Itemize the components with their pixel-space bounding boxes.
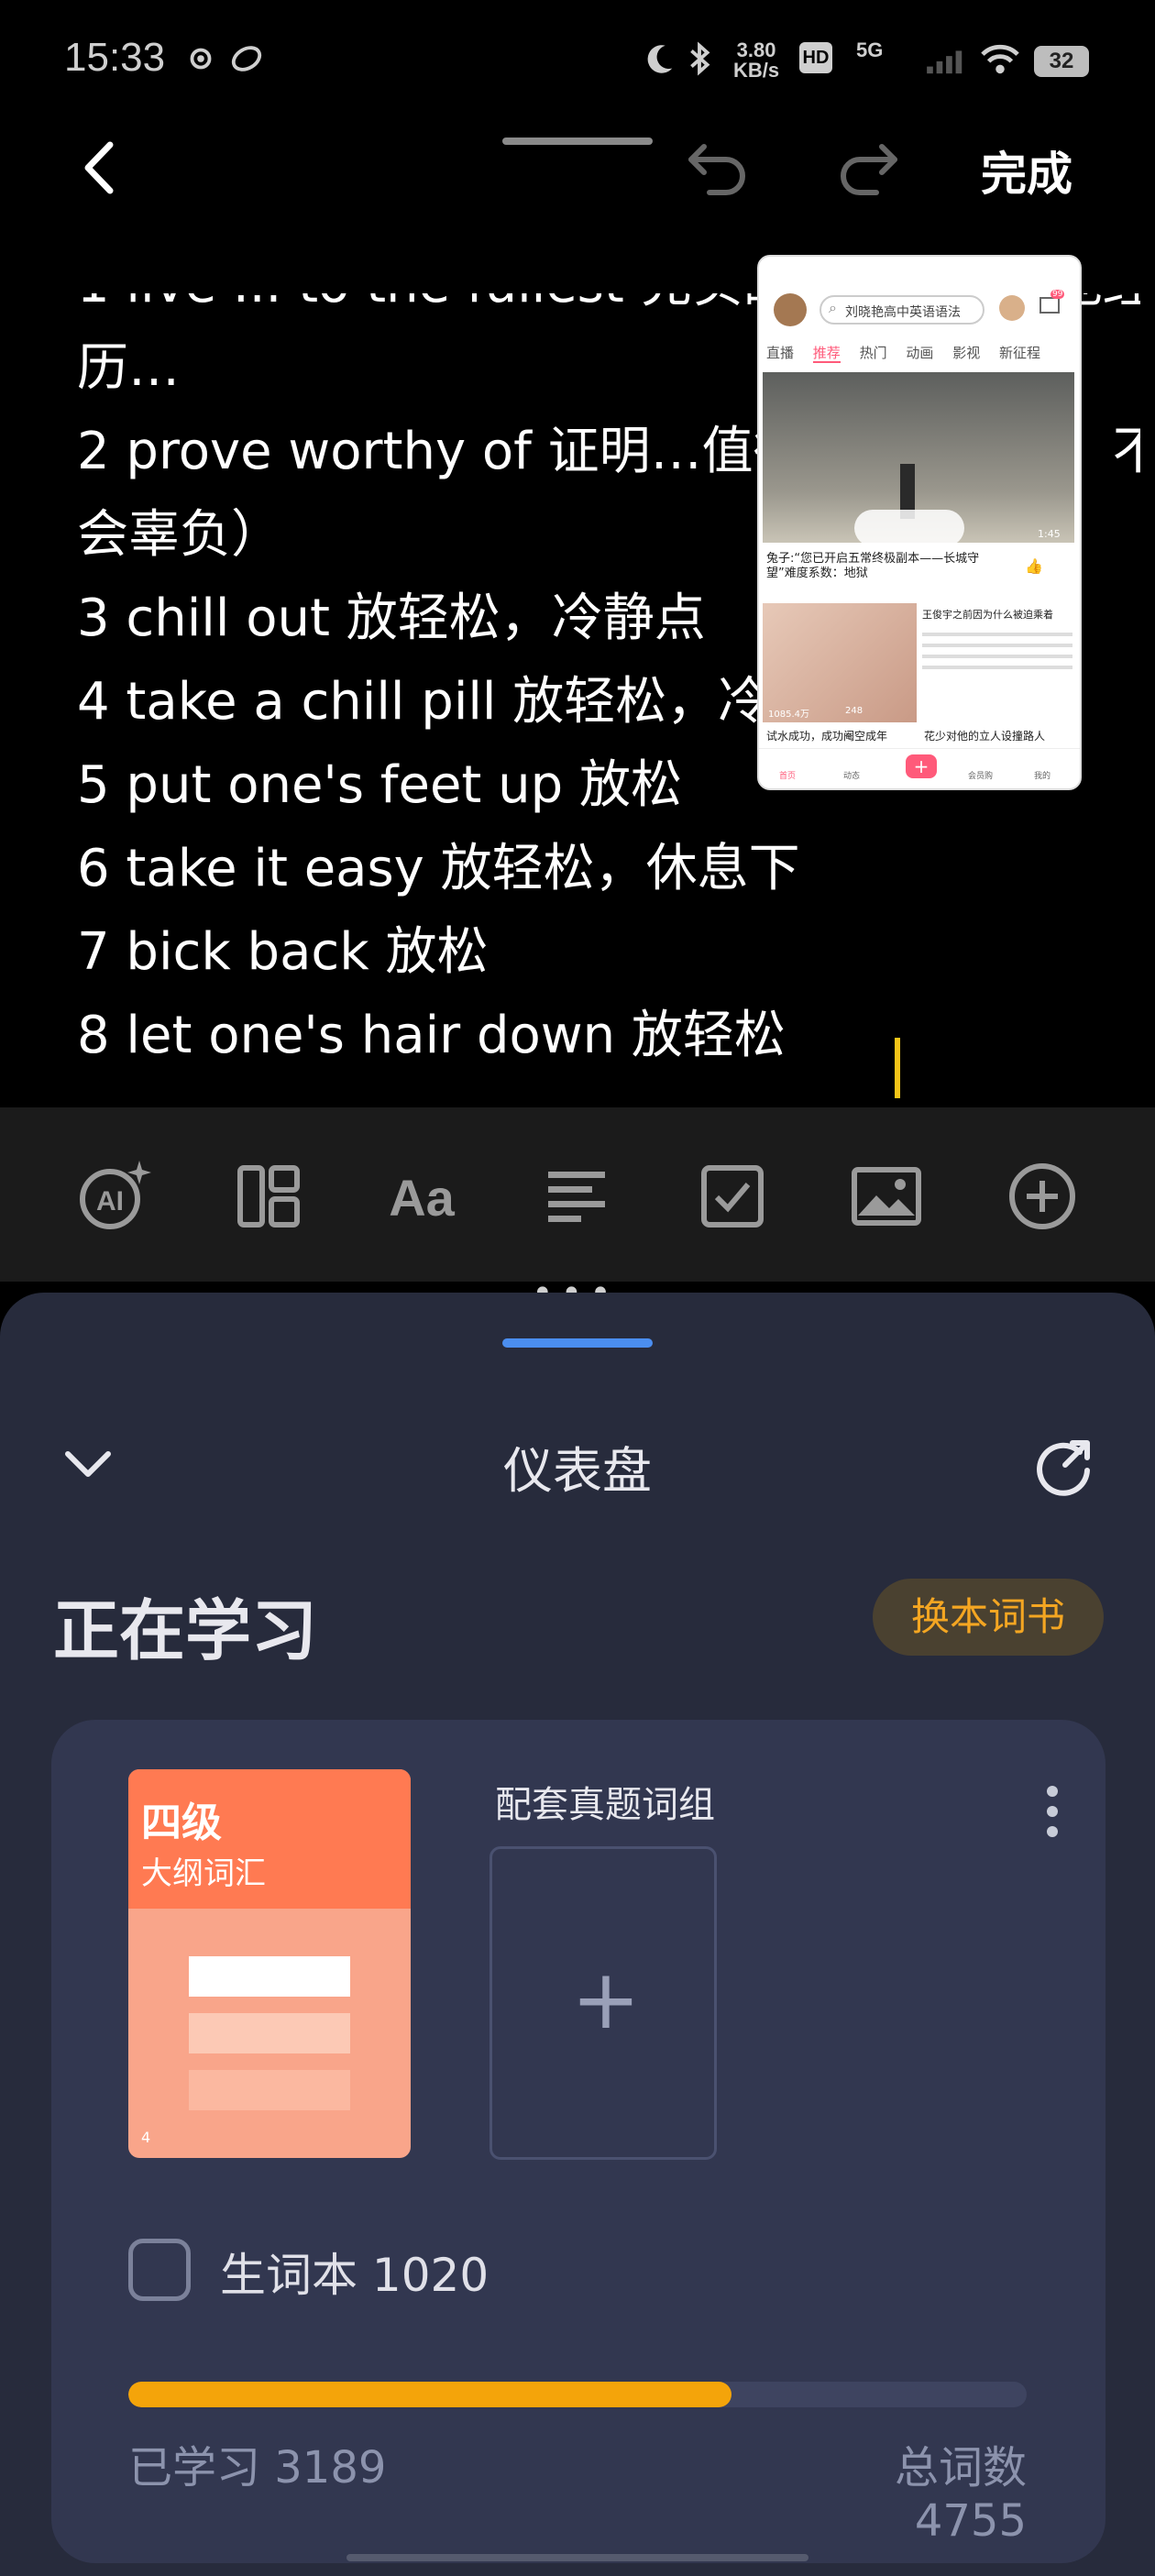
svg-text:Aa: Aa (389, 1169, 455, 1227)
note-line[interactable]: 6 take it easy 放轻松，休息下 (77, 827, 1140, 910)
note-line[interactable]: 8 let one's hair down 放轻松 (77, 994, 1140, 1077)
like-icon[interactable]: 👍 (1025, 557, 1043, 575)
thumb-tabs: 直播 推荐 热门 动画 影视 新征程 (766, 343, 1078, 363)
clock: 15:33 (64, 35, 166, 80)
progress-fill (128, 2382, 732, 2407)
moon-icon (647, 45, 673, 73)
more-vertical-icon[interactable] (1041, 1782, 1063, 1841)
thumb-tab[interactable]: 热门 (860, 345, 887, 361)
learned-count: 已学习 3189 (128, 2442, 387, 2493)
net-speed-value: 3.80 (736, 39, 776, 61)
net-speed-unit: KB/s (733, 59, 780, 82)
bluetooth-icon (690, 41, 710, 76)
back-button[interactable] (73, 136, 125, 200)
book-cover[interactable]: 四级 大纲词汇 4 (128, 1769, 411, 2158)
thumb-tab[interactable]: 动画 (906, 345, 933, 361)
panel-title: 仪表盘 (503, 1442, 652, 1500)
vocab-book-checkbox[interactable] (128, 2239, 191, 2301)
item1-thumbnail[interactable]: 1085.4万 248 (763, 603, 917, 722)
nav-shop[interactable]: 会员购 (968, 769, 993, 781)
app-status-icon (231, 46, 262, 72)
item2-title[interactable]: 王俊宇之前因为什么被迫乘着 (922, 609, 1072, 622)
drag-handle[interactable] (502, 138, 653, 145)
panel-drag-handle[interactable] (502, 1338, 653, 1348)
cover-stripe (189, 2070, 350, 2110)
status-bar: 15:33 3.80 KB/s HD 5G 32 (0, 0, 1155, 119)
svg-text:AI: AI (96, 1186, 124, 1216)
wifi-icon (981, 44, 1019, 74)
exam-phrases-label: 配套真题词组 (495, 1784, 715, 1826)
nav-home[interactable]: 首页 (779, 769, 796, 781)
cover-stripe (189, 1956, 350, 1997)
ai-sparkle-icon[interactable]: AI (73, 1155, 156, 1238)
redo-icon[interactable] (832, 136, 904, 200)
item2-text-block (922, 625, 1072, 717)
network-speed: 3.80 KB/s (733, 40, 779, 81)
search-box[interactable]: ⌕ 刘晓艳高中英语语法 (820, 295, 984, 325)
search-icon: ⌕ (829, 299, 837, 316)
thumb-tab[interactable]: 影视 (952, 345, 980, 361)
plus-icon: + (571, 1952, 641, 2048)
avatar (774, 293, 807, 326)
add-circle-icon[interactable] (1001, 1155, 1084, 1238)
font-size-icon[interactable]: Aa (381, 1155, 464, 1238)
undo-icon[interactable] (682, 136, 754, 200)
hd-badge: HD (799, 42, 832, 73)
note-line[interactable]: 7 bick back 放松 (77, 910, 1140, 994)
message-icon (1040, 297, 1060, 314)
image-icon[interactable] (845, 1155, 928, 1238)
book-subtitle: 大纲词汇 (141, 1855, 266, 1892)
message-badge: 99 (1050, 290, 1065, 299)
item1-views: 1085.4万 (768, 710, 809, 720)
video-thumbnail[interactable]: 1:45 (763, 372, 1074, 546)
item1-caption[interactable]: 试水成功，成功阉空成年 (766, 728, 913, 743)
book-corner-number: 4 (141, 2129, 151, 2146)
share-icon[interactable] (1032, 1434, 1096, 1498)
text-cursor (895, 1038, 900, 1098)
done-button[interactable]: 完成 (981, 138, 1072, 204)
thumb-tab[interactable]: 直播 (766, 345, 794, 361)
signal-icon (927, 50, 962, 74)
search-text: 刘晓艳高中英语语法 (845, 305, 961, 320)
smoke-shape (854, 510, 964, 546)
video-duration: 1:45 (1038, 528, 1061, 540)
network-type: 5G (856, 39, 884, 61)
progress-bar (128, 2382, 1027, 2407)
add-phrase-book-button[interactable]: + (490, 1846, 717, 2160)
cover-stripe (189, 2013, 350, 2053)
checkbox-icon[interactable] (691, 1155, 774, 1238)
layout-icon[interactable] (227, 1155, 310, 1238)
total-count: 总词数 4755 (894, 2442, 1027, 2547)
item2-caption[interactable]: 花少对他的立人设撞路人 (924, 728, 1074, 743)
vocab-book-label[interactable]: 生词本 1020 (220, 2239, 489, 2305)
thumb-bottom-nav: 首页 动态 + 会员购 我的 (759, 748, 1080, 788)
align-icon[interactable] (537, 1155, 620, 1238)
video-caption[interactable]: 兔子:“您已开启五常终极副本——长城守望”难度系数：地狱 (766, 552, 996, 581)
battery-indicator: 32 (1034, 46, 1089, 77)
thumb-tab-active[interactable]: 推荐 (812, 345, 841, 363)
book-title: 四级 (141, 1800, 222, 1846)
floating-app-thumbnail[interactable]: ⌕ 刘晓艳高中英语语法 99 直播 推荐 热门 动画 影视 新征程 1:45 兔… (757, 255, 1082, 790)
thumb-tab[interactable]: 新征程 (999, 345, 1040, 361)
studying-heading: 正在学习 (53, 1592, 318, 1669)
nav-mine[interactable]: 我的 (1034, 769, 1050, 781)
nav-post-button[interactable]: + (906, 754, 937, 778)
item1-comments: 248 (845, 706, 864, 716)
game-icon (999, 295, 1025, 321)
nav-dynamic[interactable]: 动态 (843, 769, 860, 781)
settings-status-icon (190, 48, 212, 70)
switch-book-button[interactable]: 换本词书 (873, 1579, 1104, 1656)
home-indicator[interactable] (346, 2554, 808, 2561)
